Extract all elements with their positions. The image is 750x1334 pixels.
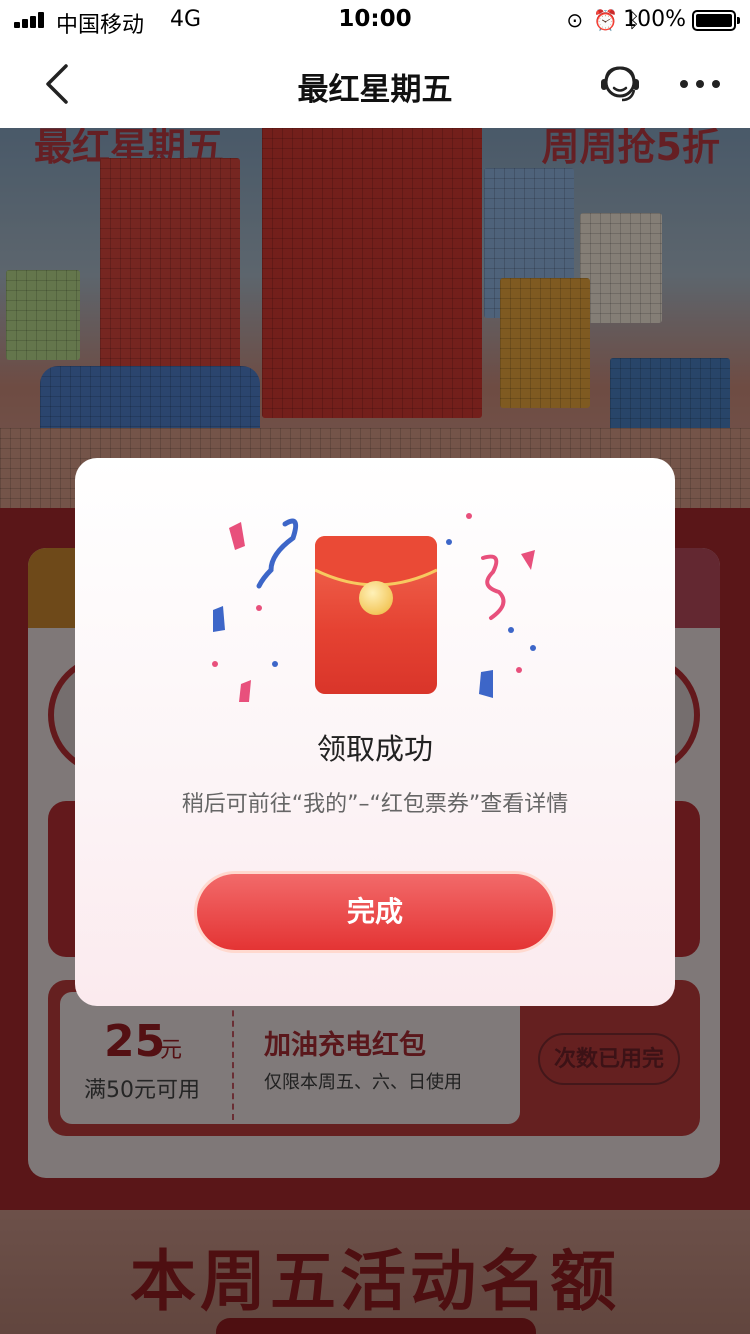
customer-service-button[interactable]: [598, 62, 642, 106]
done-button[interactable]: 完成: [197, 874, 553, 950]
battery-percent: 100%: [623, 7, 686, 32]
success-modal: 领取成功 稍后可前往“我的”–“红包票券”查看详情 完成: [75, 458, 675, 1006]
red-envelope-icon: [315, 536, 437, 694]
alarm-icon: ⏰: [593, 8, 618, 32]
envelope-seal: [359, 581, 393, 615]
customer-service-icon: [601, 66, 639, 102]
orientation-lock-icon: ⊙: [566, 8, 584, 32]
modal-title: 领取成功: [316, 732, 433, 766]
modal-subtitle: 稍后可前往“我的”–“红包票券”查看详情: [181, 792, 569, 817]
battery-icon: [692, 10, 740, 31]
more-dots-icon: [680, 80, 720, 88]
more-button[interactable]: [676, 74, 724, 94]
status-bar: 中国移动 4G 10:00 ⊙ ⏰ ᛒ 100%: [0, 0, 750, 40]
nav-bar: 最红星期五: [0, 40, 750, 128]
envelope-flap: [315, 536, 437, 586]
